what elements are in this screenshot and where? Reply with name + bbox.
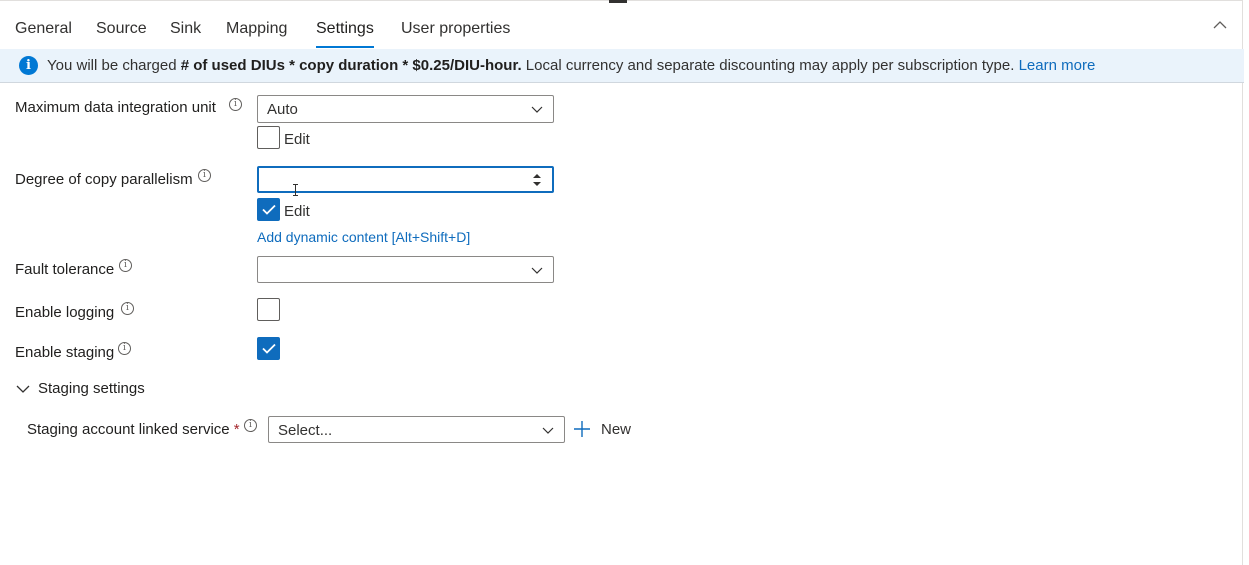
pricing-info-suffix: Local currency and separate discounting … (521, 57, 1019, 74)
info-tooltip-icon[interactable]: i (198, 169, 211, 182)
enable-logging-checkbox[interactable] (257, 298, 280, 321)
new-button-label: New (601, 421, 632, 438)
info-tooltip-icon[interactable]: i (121, 302, 134, 315)
info-icon: i (19, 56, 38, 75)
tab-mapping[interactable]: Mapping (226, 12, 287, 48)
diu-edit-label: Edit (284, 131, 310, 148)
enable-staging-checkbox[interactable] (257, 337, 280, 360)
staging-linked-service-placeholder: Select... (278, 422, 333, 439)
resize-handle[interactable] (609, 0, 627, 3)
info-tooltip-icon[interactable]: i (119, 259, 132, 272)
staging-linked-service-text: Staging account linked service (27, 421, 230, 438)
diu-label: Maximum data integration unit (15, 99, 216, 116)
pricing-formula: # of used DIUs * copy duration * $0.25/D… (180, 57, 522, 74)
parallelism-edit-label: Edit (284, 203, 310, 220)
checkmark-icon (262, 204, 276, 215)
chevron-down-icon (531, 267, 543, 274)
chevron-down-icon (16, 385, 30, 393)
parallelism-edit-checkbox[interactable] (257, 198, 280, 221)
info-tooltip-icon[interactable]: i (244, 419, 257, 432)
fault-tolerance-dropdown[interactable] (257, 256, 554, 283)
enable-logging-label: Enable logging (15, 304, 115, 321)
chevron-down-icon (531, 106, 543, 113)
diu-edit-checkbox[interactable] (257, 126, 280, 149)
plus-icon (574, 421, 590, 437)
parallelism-label: Degree of copy parallelism (15, 171, 193, 188)
fault-tolerance-label: Fault tolerance (15, 261, 115, 278)
tab-settings[interactable]: Settings (316, 12, 374, 48)
add-dynamic-content-link[interactable]: Add dynamic content [Alt+Shift+D] (257, 229, 470, 245)
panel-right-border (1242, 0, 1243, 565)
parallelism-number-input[interactable] (257, 166, 554, 193)
collapse-panel-button[interactable] (1213, 18, 1235, 40)
info-tooltip-icon[interactable]: i (118, 342, 131, 355)
checkmark-icon (262, 343, 276, 354)
pricing-info-text: You will be charged # of used DIUs * cop… (47, 57, 1095, 74)
tab-sink[interactable]: Sink (170, 12, 201, 48)
tab-source[interactable]: Source (96, 12, 147, 48)
staging-linked-service-label: Staging account linked service * (27, 421, 240, 438)
staging-settings-title: Staging settings (38, 380, 145, 397)
info-tooltip-icon[interactable]: i (229, 98, 242, 111)
required-indicator: * (233, 421, 240, 438)
tab-user-properties[interactable]: User properties (401, 12, 510, 48)
diu-dropdown-value: Auto (267, 101, 298, 118)
chevron-up-icon (1213, 21, 1227, 29)
chevron-down-icon (542, 427, 554, 434)
enable-staging-label: Enable staging (15, 344, 115, 361)
pricing-info-bar: i You will be charged # of used DIUs * c… (0, 49, 1244, 83)
text-cursor-icon (293, 184, 298, 196)
tab-general[interactable]: General (15, 12, 72, 48)
staging-linked-service-dropdown[interactable]: Select... (268, 416, 565, 443)
learn-more-link[interactable]: Learn more (1019, 57, 1096, 74)
spinner-arrows-icon[interactable] (532, 171, 542, 189)
pricing-info-prefix: You will be charged (47, 57, 181, 74)
diu-dropdown[interactable]: Auto (257, 95, 554, 123)
